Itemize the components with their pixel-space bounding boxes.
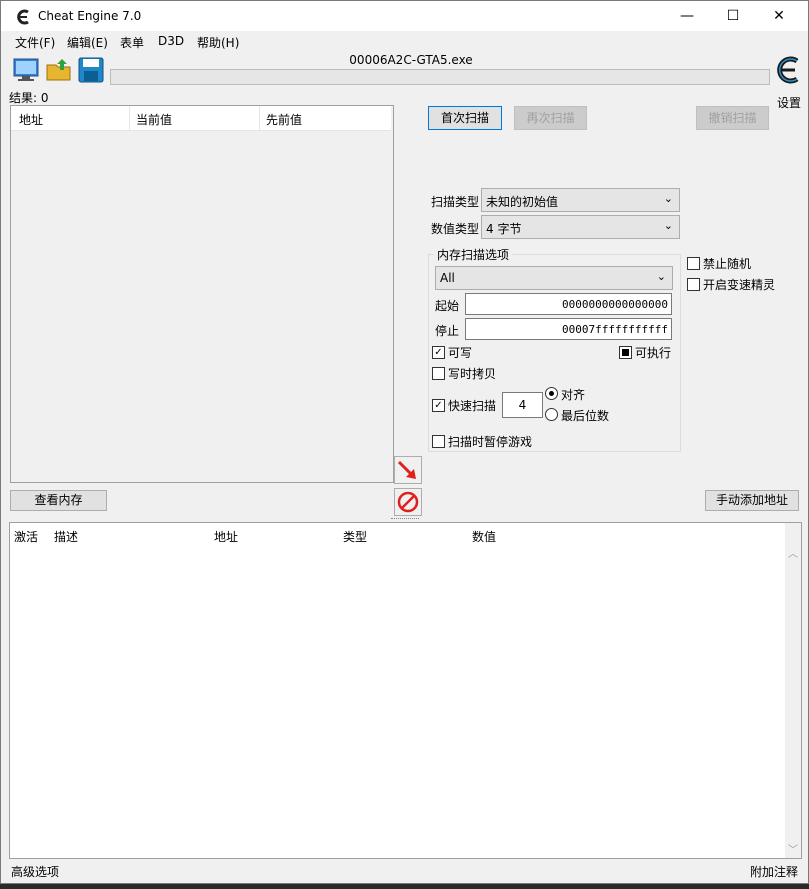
- close-button[interactable]: ✕: [756, 1, 802, 31]
- disable-random-checkbox[interactable]: [687, 257, 700, 270]
- menu-bar: 文件(F) 编辑(E) 表单 D3D 帮助(H): [1, 31, 808, 51]
- pause-game-checkbox[interactable]: [432, 435, 445, 448]
- view-memory-button[interactable]: 查看内存: [10, 490, 107, 511]
- fast-scan-label: 快速扫描: [448, 399, 497, 413]
- disable-random-label: 禁止随机: [703, 257, 752, 271]
- value-type-label: 数值类型: [431, 222, 480, 236]
- cheat-table[interactable]: 激活 描述 地址 类型 数值 ︿ ﹀: [9, 522, 802, 859]
- align-label: 对齐: [561, 388, 586, 402]
- menu-table[interactable]: 表单: [120, 34, 144, 51]
- cheat-engine-logo-icon: [17, 9, 29, 25]
- status-bar: 高级选项 附加注释: [1, 859, 808, 883]
- column-address[interactable]: 地址: [214, 528, 238, 545]
- vertical-scrollbar[interactable]: ︿ ﹀: [785, 523, 801, 858]
- title-bar: Cheat Engine 7.0 — ☐ ✕: [1, 1, 808, 31]
- executable-checkbox[interactable]: [619, 346, 632, 359]
- main-window: Cheat Engine 7.0 — ☐ ✕ 文件(F) 编辑(E) 表单 D3…: [0, 0, 809, 884]
- chevron-down-icon: ⌄: [663, 192, 673, 205]
- column-description[interactable]: 描述: [54, 528, 78, 545]
- computer-process-icon[interactable]: [12, 56, 40, 84]
- value-type-value: 4 字节: [486, 222, 522, 236]
- result-count: 结果: 0: [9, 91, 49, 105]
- stop-icon[interactable]: [394, 488, 422, 516]
- copy-on-write-label: 写时拷贝: [448, 367, 497, 381]
- pause-game-label: 扫描时暂停游戏: [448, 435, 533, 449]
- menu-d3d[interactable]: D3D: [158, 34, 184, 48]
- next-scan-button[interactable]: 再次扫描: [514, 106, 587, 130]
- process-name: 00006A2C-GTA5.exe: [349, 53, 473, 67]
- first-scan-button[interactable]: 首次扫描: [428, 106, 502, 130]
- column-current-value[interactable]: 当前值: [136, 111, 172, 128]
- settings-label[interactable]: 设置: [777, 94, 801, 111]
- table-comments-link[interactable]: 附加注释: [750, 863, 798, 880]
- cheat-table-header: 激活 描述 地址 类型 数值: [10, 523, 784, 547]
- menu-file[interactable]: 文件(F): [15, 34, 55, 51]
- memory-scan-options-title: 内存扫描选项: [434, 246, 513, 263]
- stop-address-label: 停止: [435, 324, 460, 338]
- scan-type-select[interactable]: 未知的初始值 ⌄: [481, 188, 680, 212]
- indeterminate-mark-icon: [622, 349, 629, 356]
- align-radio[interactable]: [545, 387, 558, 400]
- scan-progress-bar: [110, 69, 770, 85]
- minimize-button[interactable]: —: [664, 1, 710, 31]
- scroll-up-icon[interactable]: ︿: [788, 545, 798, 560]
- copy-on-write-checkbox[interactable]: [432, 367, 445, 380]
- fast-scan-checkbox[interactable]: ✓: [432, 399, 445, 412]
- cheat-engine-settings-logo-icon[interactable]: [772, 53, 804, 87]
- executable-label: 可执行: [635, 346, 672, 360]
- speedhack-checkbox[interactable]: [687, 278, 700, 291]
- scroll-down-icon[interactable]: ﹀: [788, 841, 798, 856]
- splitter-grip: [391, 518, 419, 520]
- found-address-list[interactable]: 地址 当前值 先前值: [10, 105, 394, 483]
- found-list-header: 地址 当前值 先前值: [11, 106, 391, 131]
- fast-scan-alignment-input[interactable]: 4: [502, 392, 543, 418]
- save-disk-icon[interactable]: [77, 56, 105, 84]
- value-type-select[interactable]: 4 字节 ⌄: [481, 215, 680, 239]
- menu-edit[interactable]: 编辑(E): [67, 34, 108, 51]
- chevron-down-icon: ⌄: [663, 219, 673, 232]
- start-address-input[interactable]: 0000000000000000: [465, 293, 672, 315]
- undo-scan-button[interactable]: 撤销扫描: [696, 106, 769, 130]
- start-address-label: 起始: [435, 299, 460, 313]
- red-arrow-icon[interactable]: [394, 456, 422, 484]
- maximize-button[interactable]: ☐: [710, 1, 756, 31]
- menu-help[interactable]: 帮助(H): [197, 34, 239, 51]
- add-address-manually-button[interactable]: 手动添加地址: [705, 490, 799, 511]
- column-separator: [129, 106, 130, 130]
- last-digits-label: 最后位数: [561, 409, 610, 423]
- column-address[interactable]: 地址: [19, 111, 43, 128]
- speedhack-label: 开启变速精灵: [703, 278, 776, 292]
- scan-type-label: 扫描类型: [431, 195, 480, 209]
- memory-region-select[interactable]: All ⌄: [435, 266, 673, 290]
- writable-label: 可写: [448, 346, 473, 360]
- open-folder-icon[interactable]: [45, 56, 73, 84]
- column-active[interactable]: 激活: [14, 528, 38, 545]
- advanced-options-link[interactable]: 高级选项: [11, 863, 59, 880]
- column-separator: [259, 106, 260, 130]
- scan-type-value: 未知的初始值: [486, 195, 559, 209]
- writable-checkbox[interactable]: ✓: [432, 346, 445, 359]
- column-value[interactable]: 数值: [472, 528, 496, 545]
- last-digits-radio[interactable]: [545, 408, 558, 421]
- window-title: Cheat Engine 7.0: [38, 9, 142, 23]
- memory-region-value: All: [440, 271, 455, 285]
- chevron-down-icon: ⌄: [656, 270, 666, 283]
- stop-address-input[interactable]: 00007fffffffffff: [465, 318, 672, 340]
- column-type[interactable]: 类型: [343, 528, 367, 545]
- column-previous-value[interactable]: 先前值: [266, 111, 302, 128]
